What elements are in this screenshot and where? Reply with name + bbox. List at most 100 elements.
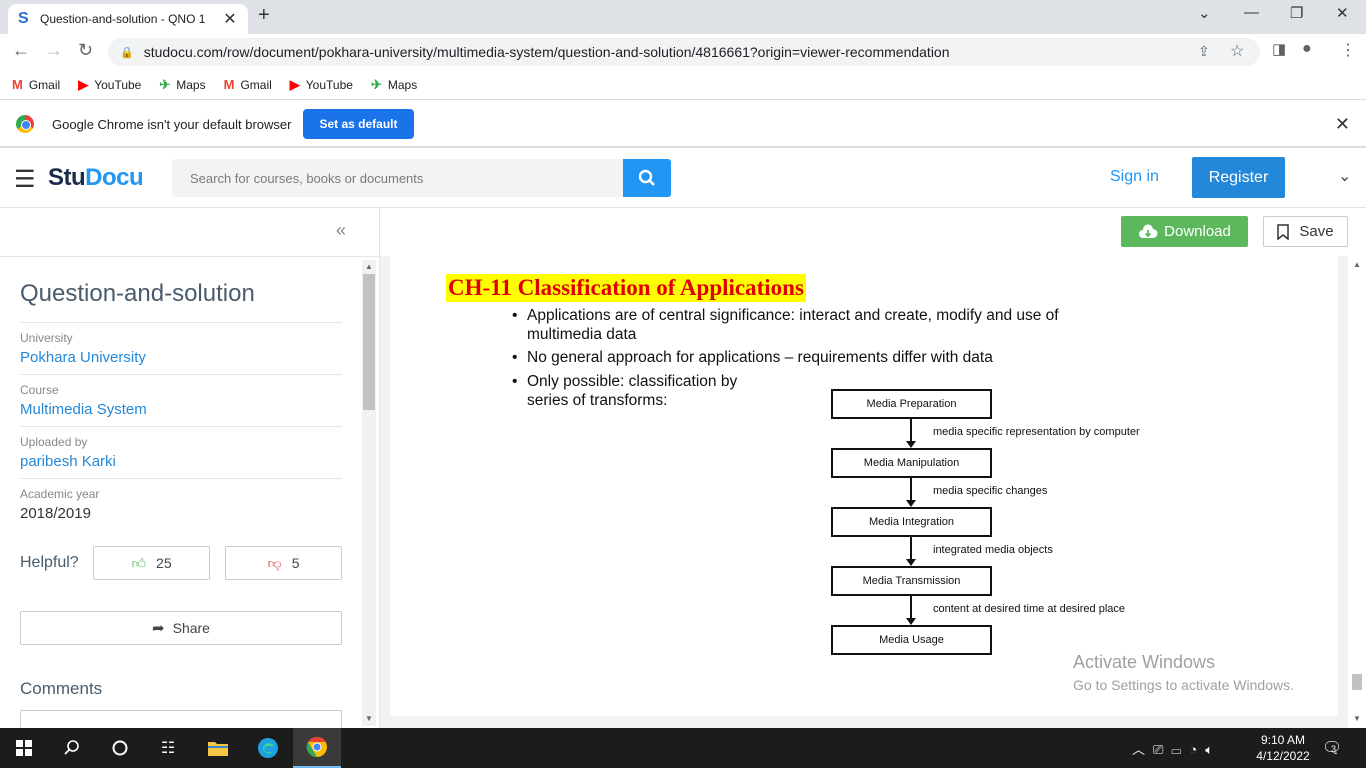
- share-page-icon[interactable]: ⇪: [1198, 43, 1210, 60]
- chrome-menu-icon[interactable]: ⋮: [1340, 40, 1356, 60]
- gmail-icon: M: [223, 77, 235, 92]
- meta-academic-year: Academic year 2018/2019: [20, 478, 342, 522]
- university-link[interactable]: Pokhara University: [20, 349, 342, 366]
- bookmarks-bar: M Gmail ▶ YouTube ✈ Maps M Gmail ▶ YouTu…: [0, 70, 1366, 100]
- download-button[interactable]: Download: [1121, 216, 1248, 247]
- collapse-sidebar-icon[interactable]: «: [336, 220, 346, 241]
- default-browser-infobar: Google Chrome isn't your default browser…: [0, 102, 1366, 148]
- divider: [0, 256, 380, 257]
- viewer-scrollbar[interactable]: ▲ ▼: [1348, 256, 1366, 728]
- flow-box-media-preparation: Media Preparation: [831, 389, 992, 419]
- register-button[interactable]: Register: [1192, 157, 1285, 198]
- flow-edge-label: media specific changes: [933, 485, 1048, 497]
- browser-tab[interactable]: S Question-and-solution - QNO 1 ✕: [8, 4, 248, 34]
- taskbar-clock[interactable]: 9:10 AM 4/12/2022: [1252, 732, 1314, 764]
- scroll-up-icon[interactable]: ▲: [1353, 260, 1361, 269]
- profile-avatar[interactable]: ●: [1302, 40, 1312, 58]
- restore-button[interactable]: ❐: [1290, 4, 1303, 22]
- chevron-down-icon[interactable]: ⌄: [1338, 166, 1351, 186]
- omnibox[interactable]: 🔒 studocu.com/row/document/pokhara-unive…: [108, 38, 1260, 66]
- close-infobar-icon[interactable]: ✕: [1335, 114, 1350, 135]
- youtube-icon: ▶: [78, 76, 89, 92]
- sign-in-link[interactable]: Sign in: [1110, 168, 1159, 186]
- search-taskbar-icon[interactable]: [48, 728, 96, 768]
- share-button[interactable]: ➦ Share: [20, 611, 342, 645]
- thumbs-down-icon: 👎︎: [267, 554, 282, 571]
- wifi-icon[interactable]: ◔: [1189, 742, 1205, 757]
- set-as-default-button[interactable]: Set as default: [303, 109, 414, 139]
- clock-date: 4/12/2022: [1256, 749, 1310, 763]
- cloud-download-icon: [1139, 223, 1158, 238]
- cortana-icon[interactable]: [96, 728, 144, 768]
- bookmark-maps-2[interactable]: ✈ Maps: [371, 77, 417, 93]
- task-view-icon[interactable]: ☷: [144, 728, 192, 768]
- edge-browser-icon[interactable]: [244, 728, 292, 768]
- uploader-link[interactable]: paribesh Karki: [20, 453, 342, 470]
- studocu-logo[interactable]: StuDocu: [48, 164, 144, 192]
- bookmark-gmail-2[interactable]: M Gmail: [224, 77, 272, 92]
- comments-heading: Comments: [20, 679, 103, 698]
- chrome-taskbar-icon[interactable]: [293, 728, 341, 768]
- slide-title: CH-11 Classification of Applications: [446, 274, 806, 302]
- bookmark-icon: [1277, 223, 1290, 240]
- notification-center-icon[interactable]: 🗨︎ 3: [1322, 738, 1342, 758]
- close-tab-icon[interactable]: ✕: [222, 9, 238, 29]
- flow-arrow: [910, 419, 912, 441]
- bookmark-star-icon[interactable]: ☆: [1230, 41, 1244, 61]
- bookmark-gmail-1[interactable]: M Gmail: [12, 77, 60, 92]
- arrowhead: [906, 559, 916, 566]
- hamburger-menu-icon[interactable]: ☰: [14, 165, 36, 194]
- academic-year-value: 2018/2019: [20, 505, 91, 522]
- upvote-button[interactable]: 👍︎ 25: [93, 546, 210, 580]
- close-window-button[interactable]: ✕: [1336, 4, 1349, 22]
- meta-course: Course Multimedia System: [20, 374, 342, 418]
- system-tray[interactable]: ︿⎚▭◔🔈︎: [1132, 739, 1221, 758]
- bookmark-youtube-2[interactable]: ▶ YouTube: [290, 77, 353, 93]
- flow-arrow: [910, 596, 912, 618]
- document-title: Question-and-solution: [20, 280, 255, 307]
- flow-box-media-transmission: Media Transmission: [831, 566, 992, 596]
- meet-now-icon[interactable]: ⎚: [1153, 742, 1171, 757]
- arrowhead: [906, 441, 916, 448]
- side-panel-icon[interactable]: ◨: [1272, 40, 1286, 58]
- bookmark-youtube-1[interactable]: ▶ YouTube: [78, 77, 141, 93]
- flow-box-media-integration: Media Integration: [831, 507, 992, 537]
- minimize-button[interactable]: —: [1244, 4, 1259, 21]
- downvote-button[interactable]: 👎︎ 5: [225, 546, 342, 580]
- start-button[interactable]: [0, 728, 48, 768]
- maps-icon: ✈: [370, 76, 382, 92]
- reload-button[interactable]: ↻: [78, 40, 93, 61]
- youtube-icon: ▶: [289, 76, 300, 92]
- activate-windows-watermark: Activate Windows Go to Settings to activ…: [1073, 652, 1294, 693]
- flow-arrow: [910, 478, 912, 500]
- course-link[interactable]: Multimedia System: [20, 401, 342, 418]
- back-button[interactable]: ←: [12, 40, 30, 61]
- gmail-icon: M: [12, 77, 23, 92]
- file-explorer-icon[interactable]: [194, 728, 242, 768]
- viewer-scroll-thumb[interactable]: [1352, 674, 1362, 690]
- search-icon: [64, 740, 79, 755]
- flow-box-media-manipulation: Media Manipulation: [831, 448, 992, 478]
- scroll-up-icon[interactable]: ▲: [365, 262, 373, 271]
- browser-tab-bar: S Question-and-solution - QNO 1 ✕ + ⌄ — …: [0, 0, 1366, 34]
- meta-uploader: Uploaded by paribesh Karki: [20, 426, 342, 470]
- save-button[interactable]: Save: [1263, 216, 1348, 247]
- search-input[interactable]: Search for courses, books or documents: [172, 159, 623, 197]
- flow-box-media-usage: Media Usage: [831, 625, 992, 655]
- tab-search-chevron-icon[interactable]: ⌄: [1198, 4, 1211, 22]
- scroll-down-icon[interactable]: ▼: [365, 714, 373, 723]
- sidebar-scroll-thumb[interactable]: [363, 274, 375, 410]
- document-sidebar: « Question-and-solution University Pokha…: [0, 208, 380, 740]
- search-button[interactable]: [623, 159, 671, 197]
- volume-icon[interactable]: 🔈︎: [1205, 742, 1221, 757]
- forward-button[interactable]: →: [45, 40, 63, 61]
- scroll-down-icon[interactable]: ▼: [1353, 714, 1361, 723]
- bookmark-maps-1[interactable]: ✈ Maps: [159, 77, 205, 93]
- show-hidden-icons-chevron-icon[interactable]: ︿: [1132, 742, 1153, 757]
- arrowhead: [906, 500, 916, 507]
- flow-edge-label: media specific representation by compute…: [933, 426, 1140, 438]
- battery-icon[interactable]: ▭: [1171, 742, 1189, 757]
- sidebar-scrollbar[interactable]: ▲ ▼: [362, 260, 376, 726]
- maps-icon: ✈: [159, 76, 171, 92]
- new-tab-button[interactable]: +: [258, 4, 270, 27]
